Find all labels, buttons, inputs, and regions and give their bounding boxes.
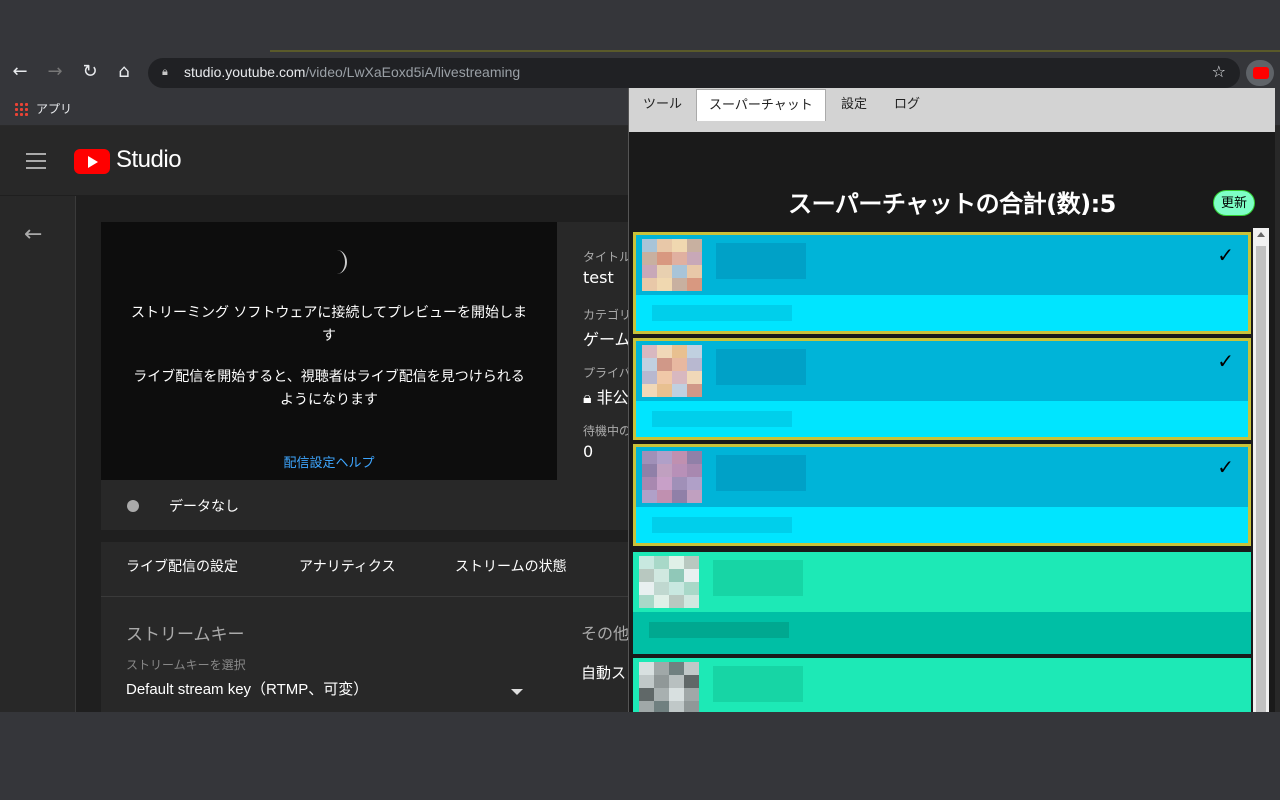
donor-name-blurred [713, 560, 803, 596]
auto-start-label: 自動ス [581, 664, 627, 682]
preview-message-1: ストリーミング ソフトウェアに接続してプレビューを開始します [130, 305, 528, 344]
card-message [636, 401, 1248, 437]
stream-status-bar: データなし [101, 480, 628, 530]
tab-log[interactable]: ログ [882, 89, 932, 121]
refresh-button[interactable]: 更新 [1213, 190, 1255, 216]
loading-spinner [327, 250, 347, 274]
scroll-thumb[interactable] [1256, 246, 1266, 712]
card-message [633, 612, 1251, 654]
back-icon[interactable]: ← [24, 222, 42, 247]
donor-name-blurred [716, 349, 806, 385]
title-value: test [583, 268, 614, 287]
privacy-label: プライバ [583, 366, 631, 380]
avatar [639, 662, 699, 712]
left-nav: ← [0, 196, 76, 712]
privacy-value: 🔒︎ 非公 [583, 388, 629, 407]
avatar [639, 556, 699, 608]
popup-body: スーパーチャットの合計(数):5 更新 ✓ ✓ ✓ [629, 132, 1275, 712]
stream-key-select[interactable]: Default stream key（RTMP、可変） [126, 678, 368, 699]
waiting-label: 待機中の [583, 424, 632, 438]
message-blurred [652, 305, 792, 321]
title-bar [0, 0, 1280, 52]
desktop-background [0, 712, 1280, 800]
superchat-card[interactable] [633, 552, 1251, 654]
donor-name-blurred [716, 243, 806, 279]
apps-label[interactable]: アプリ [36, 100, 72, 117]
lock-icon: 🔒︎ [162, 65, 168, 78]
stream-key-caption: ストリームキーを選択 [126, 658, 246, 672]
apps-icon[interactable] [14, 102, 28, 116]
avatar [642, 345, 702, 397]
reload-icon[interactable]: ↻ [78, 60, 102, 84]
forward-arrow-icon[interactable]: → [43, 60, 67, 84]
tabs-divider [101, 596, 628, 597]
back-arrow-icon[interactable]: ← [8, 60, 32, 84]
donor-name-blurred [713, 666, 803, 702]
scrollbar[interactable] [1253, 228, 1269, 712]
url-text: studio.youtube.com/video/LwXaEoxd5iA/liv… [184, 64, 521, 80]
stream-help-link[interactable]: 配信設定ヘルプ [101, 452, 557, 471]
popup-tab-bar: ツール スーパーチャット 設定 ログ [629, 88, 1275, 132]
privacy-text: 非公 [596, 388, 629, 407]
tab-superchat[interactable]: スーパーチャット [696, 89, 826, 121]
card-header: ✓ [636, 235, 1248, 295]
scroll-up-icon[interactable] [1257, 232, 1265, 237]
stream-key-title: ストリームキー [126, 625, 245, 645]
avatar [642, 239, 702, 291]
check-icon[interactable]: ✓ [1217, 455, 1234, 479]
category-value: ゲーム [583, 330, 631, 349]
dropdown-icon[interactable] [511, 689, 523, 695]
browser-window: ← → ↻ ⌂ 🔒︎ studio.youtube.com/video/LwXa… [0, 0, 1280, 712]
superchat-card[interactable]: ✓ [633, 232, 1251, 334]
message-blurred [649, 622, 789, 638]
status-text: データなし [169, 499, 239, 515]
title-label: タイトル [583, 250, 632, 264]
youtube-logo-icon[interactable] [74, 149, 110, 174]
superchat-total-title: スーパーチャットの合計(数):5 [788, 190, 1116, 218]
status-indicator [127, 500, 139, 512]
tab-stream-health[interactable]: ストリームの状態 [455, 556, 567, 576]
card-message [636, 295, 1248, 331]
card-header [633, 552, 1251, 612]
check-icon[interactable]: ✓ [1217, 349, 1234, 373]
extension-popup: ツール スーパーチャット 設定 ログ スーパーチャットの合計(数):5 更新 ✓… [628, 88, 1275, 712]
studio-logo-text[interactable]: Studio [116, 146, 182, 174]
waiting-value: 0 [583, 442, 594, 461]
superchat-card[interactable] [633, 658, 1251, 712]
message-blurred [652, 517, 792, 533]
other-settings-title: その他 [581, 624, 630, 643]
tab-tools[interactable]: ツール [631, 89, 694, 121]
stream-details: タイトル test カテゴリ ゲーム プライバ 🔒︎ 非公 待機中の 0 [557, 222, 632, 480]
browser-toolbar: ← → ↻ ⌂ 🔒︎ studio.youtube.com/video/LwXa… [0, 52, 1280, 92]
extension-icon[interactable] [1246, 60, 1274, 86]
preview-message-2: ライブ配信を開始すると、視聴者はライブ配信を見つけられるようになります [133, 369, 525, 408]
message-blurred [652, 411, 792, 427]
livestream-content: ストリーミング ソフトウェアに接続してプレビューを開始します ライブ配信を開始す… [76, 196, 632, 712]
tab-stream-settings[interactable]: ライブ配信の設定 [126, 556, 238, 576]
card-header: ✓ [636, 447, 1248, 507]
card-header: ✓ [636, 341, 1248, 401]
stream-preview: ストリーミング ソフトウェアに接続してプレビューを開始します ライブ配信を開始す… [101, 222, 557, 480]
address-bar[interactable]: 🔒︎ studio.youtube.com/video/LwXaEoxd5iA/… [148, 58, 1240, 88]
avatar [642, 451, 702, 503]
card-message [636, 507, 1248, 543]
superchat-card[interactable]: ✓ [633, 338, 1251, 440]
check-icon[interactable]: ✓ [1217, 243, 1234, 267]
donor-name-blurred [716, 455, 806, 491]
superchat-card[interactable]: ✓ [633, 444, 1251, 546]
card-header [633, 658, 1251, 712]
menu-icon[interactable] [26, 153, 46, 169]
category-label: カテゴリ [583, 308, 632, 322]
star-icon[interactable]: ☆ [1212, 62, 1226, 81]
tab-settings[interactable]: 設定 [829, 89, 879, 121]
settings-panel: ライブ配信の設定 アナリティクス ストリームの状態 ストリームキー ストリームキ… [101, 542, 630, 712]
superchat-list: ✓ ✓ ✓ [633, 228, 1253, 712]
home-icon[interactable]: ⌂ [112, 60, 136, 84]
tab-analytics[interactable]: アナリティクス [299, 556, 395, 576]
